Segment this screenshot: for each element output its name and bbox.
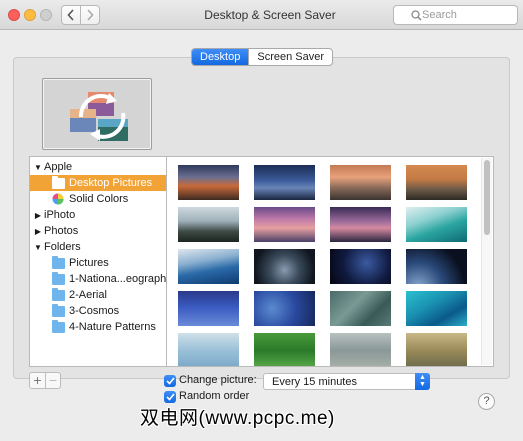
sidebar-item-national-geographic[interactable]: 1-Nationa...eographic [30,271,166,287]
dynamic-desktop-icon [70,92,128,141]
wallpaper-thumbnail[interactable] [178,249,239,284]
wallpaper-thumbnail[interactable] [254,249,315,284]
minimize-window-button[interactable] [24,9,36,21]
folder-icon [52,319,65,333]
preferences-window: Desktop & Screen Saver Search Desktop Sc… [0,0,523,441]
wallpaper-thumbnail[interactable] [178,333,239,366]
search-input[interactable]: Search [393,5,518,25]
wallpaper-thumbnail[interactable] [178,207,239,242]
tab-screen-saver[interactable]: Screen Saver [248,49,332,65]
color-wheel-icon [52,193,64,205]
watermark: 双电网(www.pcpc.me) [140,408,335,429]
wallpaper-thumbnail[interactable] [330,165,391,200]
wallpaper-thumbnail[interactable] [406,291,467,326]
sidebar-item-label: Solid Colors [69,193,129,205]
sidebar-item-nature-patterns[interactable]: 4-Nature Patterns [30,319,166,335]
sidebar-item-aerial[interactable]: 2-Aerial [30,287,166,303]
group-label: iPhoto [44,209,76,221]
sidebar-item-label: 4-Nature Patterns [69,321,156,333]
title-bar: Desktop & Screen Saver Search [0,0,523,367]
change-picture-label: Change picture: [179,374,257,386]
folder-icon [52,287,65,301]
wallpaper-thumbnail[interactable] [330,291,391,326]
change-picture-checkbox[interactable] [164,375,176,387]
tab-desktop[interactable]: Desktop [192,49,249,65]
wallpaper-thumbnail[interactable] [254,165,315,200]
disclosure-collapsed-icon[interactable]: ▶ [33,227,43,236]
wallpaper-grid [166,156,494,367]
checkmark-icon [165,393,175,401]
source-list: ▼ Apple Desktop Pictures Solid Colors ▶ … [29,156,166,367]
folder-icon [52,303,65,317]
tab-bar: Desktop Screen Saver [191,48,334,66]
sidebar-item-label: Pictures [69,257,109,269]
sidebar-item-pictures[interactable]: Pictures [30,255,166,271]
folder-icon [52,175,65,189]
window-title: Desktop & Screen Saver [204,8,336,22]
forward-button[interactable] [80,5,100,25]
chevron-left-icon [67,9,74,21]
group-folders[interactable]: ▼ Folders [30,239,166,255]
interval-select[interactable]: Every 15 minutes ▲ ▼ [263,373,430,390]
interval-value: Every 15 minutes [272,376,357,388]
remove-folder-button[interactable]: − [45,373,60,388]
disclosure-expanded-icon[interactable]: ▼ [33,243,43,252]
desktop-preview [42,78,152,150]
wallpaper-thumbnail[interactable] [254,291,315,326]
sidebar-item-label: Desktop Pictures [69,177,153,189]
sidebar-item-solid-colors[interactable]: Solid Colors [30,191,166,207]
back-button[interactable] [61,5,81,25]
disclosure-collapsed-icon[interactable]: ▶ [33,211,43,220]
folder-icon [52,255,65,269]
sidebar-item-desktop-pictures[interactable]: Desktop Pictures [30,175,166,191]
wallpaper-thumbnail[interactable] [254,333,315,366]
add-folder-button[interactable]: + [30,373,45,388]
wallpaper-thumbnail[interactable] [178,165,239,200]
sidebar-item-cosmos[interactable]: 3-Cosmos [30,303,166,319]
group-label: Photos [44,225,79,237]
search-icon [411,10,422,21]
chevron-right-icon [87,9,94,21]
group-iphoto[interactable]: ▶ iPhoto [30,207,166,223]
wallpaper-thumbnail[interactable] [254,207,315,242]
sidebar-item-label: 1-Nationa...eographic [69,273,166,285]
random-order-label: Random order [179,390,250,402]
add-remove-buttons: + − [29,372,61,389]
wallpaper-thumbnail[interactable] [406,207,467,242]
wallpaper-thumbnail[interactable] [330,249,391,284]
grid-scrollbar[interactable] [481,158,492,365]
sidebar-item-label: 3-Cosmos [69,305,120,317]
disclosure-expanded-icon[interactable]: ▼ [33,163,43,172]
close-window-button[interactable] [8,9,20,21]
scroll-knob[interactable] [484,160,490,235]
group-label: Folders [44,241,81,253]
sidebar-item-label: 2-Aerial [69,289,107,301]
random-order-checkbox[interactable] [164,391,176,403]
group-photos[interactable]: ▶ Photos [30,223,166,239]
folder-icon [52,271,65,285]
updown-arrows-icon: ▲ ▼ [415,373,430,390]
checkmark-icon [165,377,175,385]
group-label: Apple [44,161,73,173]
wallpaper-thumbnail[interactable] [406,165,467,200]
wallpaper-thumbnail[interactable] [330,333,391,366]
wallpaper-thumbnail[interactable] [406,249,467,284]
group-apple[interactable]: ▼ Apple [30,159,166,175]
search-placeholder: Search [422,9,457,21]
wallpaper-thumbnail[interactable] [406,333,467,366]
wallpaper-thumbnail[interactable] [330,207,391,242]
help-button[interactable]: ? [478,393,495,410]
zoom-window-button[interactable] [40,9,52,21]
wallpaper-thumbnail[interactable] [178,291,239,326]
